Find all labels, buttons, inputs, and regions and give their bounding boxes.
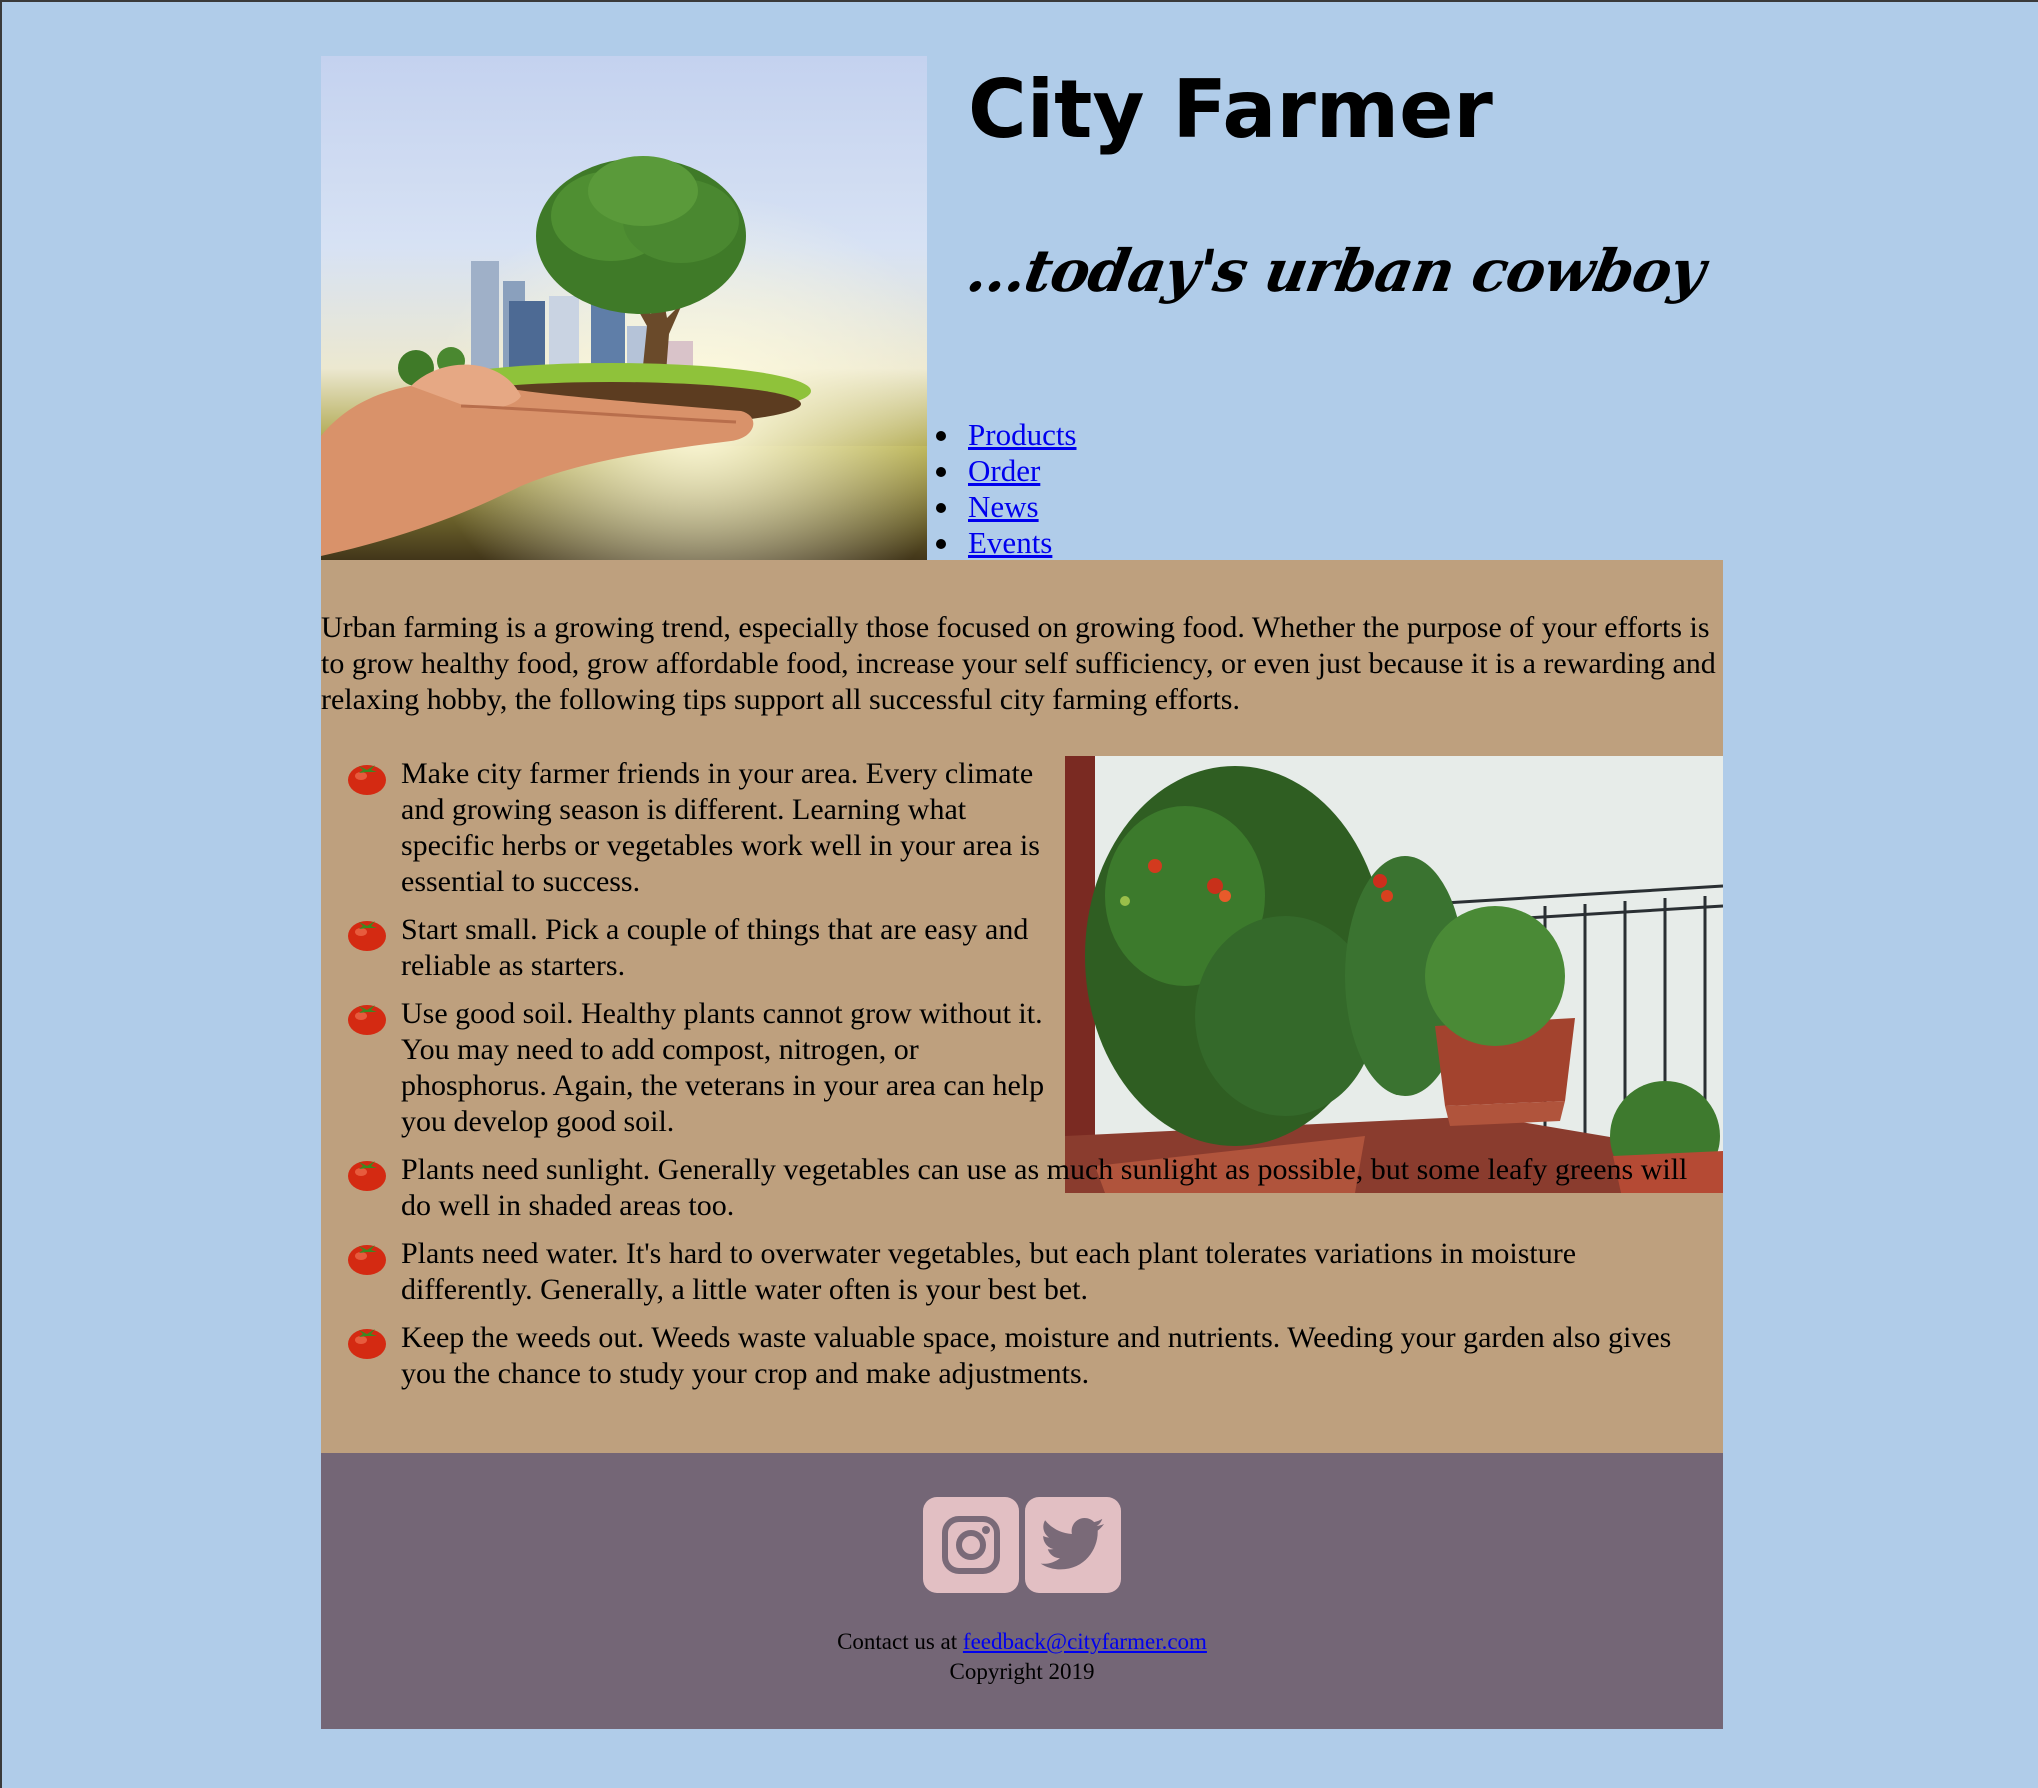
tomato-icon [348, 921, 386, 951]
tip-text: Plants need water. It's hard to overwate… [401, 1237, 1577, 1306]
nav-link-news[interactable]: News [968, 489, 1039, 524]
contact-email-link[interactable]: feedback@cityfarmer.com [963, 1629, 1207, 1654]
social-links [321, 1497, 1723, 1593]
tip-text: Start small. Pick a couple of things tha… [401, 913, 1029, 982]
twitter-icon [1040, 1518, 1104, 1570]
twitter-button[interactable] [1025, 1497, 1121, 1593]
nav-link-order[interactable]: Order [968, 453, 1040, 488]
tomato-icon [348, 1245, 386, 1275]
nav-item-events: Events [936, 525, 1077, 561]
list-item: Keep the weeds out. Weeds waste valuable… [347, 1320, 1711, 1392]
nav-item-products: Products [936, 417, 1077, 453]
tomato-icon [348, 765, 386, 795]
site-title: City Farmer [968, 63, 1493, 156]
list-item: Plants need sunlight. Generally vegetabl… [347, 1152, 1711, 1224]
main-content: Urban farming is a growing trend, especi… [321, 560, 1723, 1453]
nav-link-events[interactable]: Events [968, 525, 1052, 560]
nav-link-products[interactable]: Products [968, 417, 1077, 452]
hero-illustration [321, 56, 927, 560]
footer: Contact us at feedback@cityfarmer.com Co… [321, 1453, 1723, 1729]
copyright: Copyright 2019 [949, 1659, 1095, 1684]
page: City Farmer ...today's urban cowboy Prod… [321, 56, 1723, 1729]
tomato-icon [348, 1161, 386, 1191]
list-item: Use good soil. Healthy plants cannot gro… [347, 996, 1045, 1140]
tips-list: Make city farmer friends in your area. E… [347, 756, 1723, 1404]
contact-line: Contact us at feedback@cityfarmer.com [321, 1627, 1723, 1657]
tip-text: Make city farmer friends in your area. E… [401, 757, 1040, 898]
tomato-icon [348, 1005, 386, 1035]
tagline: ...today's urban cowboy [962, 237, 1710, 305]
tip-text: Use good soil. Healthy plants cannot gro… [401, 997, 1045, 1138]
list-item: Start small. Pick a couple of things tha… [347, 912, 1045, 984]
main-nav: Products Order News Events [936, 417, 1077, 561]
contact-info: Contact us at feedback@cityfarmer.com Co… [321, 1627, 1723, 1687]
header: City Farmer ...today's urban cowboy Prod… [321, 56, 1723, 560]
nav-item-news: News [936, 489, 1077, 525]
instagram-icon [942, 1516, 1000, 1574]
hero-image [321, 56, 927, 560]
instagram-button[interactable] [923, 1497, 1019, 1593]
intro-paragraph: Urban farming is a growing trend, especi… [321, 611, 1716, 716]
contact-prefix: Contact us at [837, 1629, 963, 1654]
tip-text: Plants need sunlight. Generally vegetabl… [401, 1153, 1688, 1222]
list-item: Plants need water. It's hard to overwate… [347, 1236, 1711, 1308]
tomato-icon [348, 1329, 386, 1359]
nav-item-order: Order [936, 453, 1077, 489]
tip-text: Keep the weeds out. Weeds waste valuable… [401, 1321, 1672, 1390]
list-item: Make city farmer friends in your area. E… [347, 756, 1045, 900]
